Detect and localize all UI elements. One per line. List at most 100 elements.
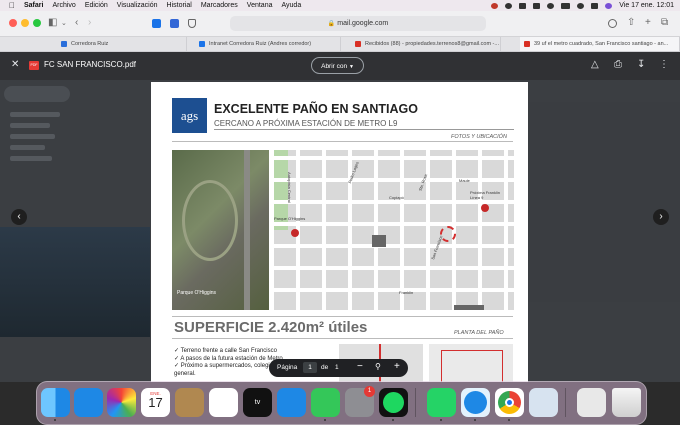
menu-marcadores[interactable]: Marcadores (201, 2, 238, 9)
menu-ayuda[interactable]: Ayuda (281, 2, 301, 9)
open-with-label: Abrir con (321, 63, 348, 70)
downloads-stack-icon[interactable] (577, 388, 606, 417)
divider (172, 338, 513, 339)
zoom-window-button[interactable] (33, 19, 41, 27)
map-label: Franklin (399, 290, 414, 295)
apple-tv-icon[interactable]: tv (243, 388, 272, 417)
open-with-button[interactable]: Abrir con ▼ (311, 57, 364, 74)
metro-icon (291, 229, 299, 237)
messages-icon[interactable] (311, 388, 340, 417)
tab-label: Intranet Corredora Ruiz (Andres corredor… (209, 41, 312, 47)
battery-icon[interactable] (561, 2, 571, 9)
safari-toolbar: ◧ ⌄ ‹ › 🔒 mail.google.com ⇧ + ⧉ (0, 11, 680, 37)
menu-historial[interactable]: Historial (167, 2, 192, 9)
pdf-subheadline: CERCANO A PRÓXIMA ESTACIÓN DE METRO L9 (214, 119, 398, 128)
chevron-down-icon[interactable]: ⌄ (61, 19, 67, 27)
new-tab-icon[interactable]: + (645, 17, 651, 28)
tab-label: Recibidos (88) - propiedades.terrenos8@g… (365, 41, 499, 47)
site-plan-2 (429, 344, 513, 382)
contacts-icon[interactable] (175, 388, 204, 417)
previous-page-button[interactable]: ‹ (11, 209, 27, 225)
clock[interactable]: Vie 17 ene. 12:01 (619, 2, 674, 9)
divider (172, 141, 513, 142)
tab-label: Corredora Ruiz (71, 41, 109, 47)
status-icon-2[interactable] (519, 2, 527, 9)
tab-intranet[interactable]: Intranet Corredora Ruiz (Andres corredor… (195, 37, 341, 51)
mail-icon[interactable] (74, 388, 103, 417)
menu-ventana[interactable]: Ventana (247, 2, 273, 9)
apple-icon[interactable]:  (9, 1, 15, 10)
wifi-icon[interactable] (547, 2, 555, 9)
running-indicator (54, 419, 56, 421)
privacy-shield-icon[interactable] (188, 19, 196, 28)
menu-visualizacion[interactable]: Visualización (117, 2, 158, 9)
finder-icon[interactable] (41, 388, 70, 417)
background-photo (0, 227, 150, 337)
map-label: Autopista Central (286, 172, 292, 203)
gmail-icon (355, 41, 361, 47)
spotify-icon[interactable] (379, 388, 408, 417)
next-page-button[interactable]: › (653, 209, 669, 225)
more-options-icon[interactable]: ⋮ (659, 59, 669, 70)
forward-icon[interactable]: › (88, 17, 91, 28)
chrome-icon[interactable] (495, 388, 524, 417)
trash-icon[interactable] (612, 388, 641, 417)
minimize-window-button[interactable] (21, 19, 29, 27)
calendar-day: 17 (148, 395, 163, 410)
search-icon[interactable] (577, 2, 585, 9)
running-indicator (474, 419, 476, 421)
ags-logo: ags (172, 98, 207, 133)
safari-icon[interactable] (461, 388, 490, 417)
status-icon-1[interactable] (505, 2, 513, 9)
calendar-icon[interactable]: ENE. 17 (141, 388, 170, 417)
extension-icon-1[interactable] (152, 19, 161, 28)
zoom-out-icon[interactable]: − (357, 361, 363, 372)
pdf-file-icon: PDF (29, 61, 39, 70)
divider (214, 129, 514, 130)
photos-icon[interactable] (107, 388, 136, 417)
zoom-icon[interactable]: ⚲ (375, 362, 381, 371)
back-icon[interactable]: ‹ (75, 17, 78, 28)
close-icon[interactable]: ✕ (11, 59, 19, 70)
surface-title: SUPERFICIE 2.420m² útiles (174, 319, 368, 336)
compose-button[interactable] (4, 86, 70, 102)
aerial-photo: Parque O'Higgins (172, 150, 269, 310)
menu-archivo[interactable]: Archivo (52, 2, 75, 9)
extension-icon-2[interactable] (170, 19, 179, 28)
page-controls: Página 1 de 1 − ⚲ + (269, 359, 408, 377)
add-to-drive-icon[interactable]: △ (591, 59, 599, 70)
print-icon[interactable]: ⎙ (614, 59, 622, 70)
status-app-icon[interactable] (491, 2, 499, 9)
dock-divider (415, 388, 416, 417)
close-window-button[interactable] (9, 19, 17, 27)
address-bar[interactable]: 🔒 mail.google.com (230, 16, 486, 31)
tab-label: 39 uf el metro cuadrado, San Francisco s… (534, 41, 669, 47)
tab-active[interactable]: 39 uf el metro cuadrado, San Francisco s… (520, 37, 680, 51)
tab-gmail[interactable]: Recibidos (88) - propiedades.terrenos8@g… (351, 37, 501, 51)
downloads-icon[interactable] (608, 19, 617, 28)
siri-icon[interactable] (605, 2, 613, 9)
download-icon[interactable]: ↧ (637, 59, 645, 70)
pdf-headline: EXCELENTE PAÑO EN SANTIAGO (214, 102, 418, 116)
preview-icon[interactable] (529, 388, 558, 417)
page-label: Página (277, 364, 298, 371)
running-indicator (392, 419, 394, 421)
app-store-icon[interactable] (277, 388, 306, 417)
lock-icon: 🔒 (327, 21, 336, 27)
page-of-label: de (321, 364, 329, 371)
sidebar-icon[interactable]: ◧ (48, 17, 57, 28)
menu-edicion[interactable]: Edición (85, 2, 108, 9)
tab-corredora-ruiz[interactable]: Corredora Ruiz (57, 37, 187, 51)
zoom-in-icon[interactable]: + (394, 361, 400, 372)
page-number-input[interactable]: 1 (303, 362, 317, 373)
control-center-icon[interactable] (591, 2, 599, 9)
favicon-icon (61, 41, 67, 47)
menu-safari[interactable]: Safari (24, 2, 43, 9)
divider (172, 316, 513, 317)
share-icon[interactable]: ⇧ (627, 17, 635, 28)
running-indicator (324, 419, 326, 421)
tab-overview-icon[interactable]: ⧉ (661, 17, 668, 28)
status-icon-3[interactable] (533, 2, 541, 9)
reminders-icon[interactable] (209, 388, 238, 417)
whatsapp-icon[interactable] (427, 388, 456, 417)
